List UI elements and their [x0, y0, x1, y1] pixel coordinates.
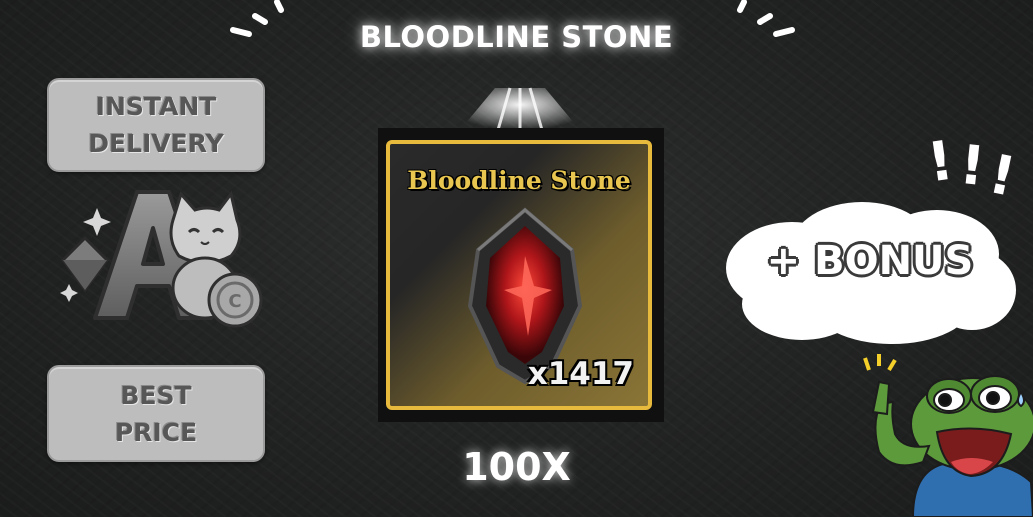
exclamation-mark: ! [956, 132, 988, 199]
svg-text:C: C [228, 291, 241, 312]
page-title: BLOODLINE STONE [359, 20, 674, 54]
pointing-frog-icon [863, 354, 1033, 517]
spotlight-glow [460, 87, 580, 131]
badge-line: BEST [120, 380, 192, 410]
badge-line: INSTANT [95, 92, 217, 121]
letter-a-cat-coin-logo-icon: C [60, 190, 263, 328]
badge-line: DELIVERY [88, 129, 224, 158]
exclamation-mark: ! [923, 128, 957, 195]
item-card: Bloodline Stone x1417 [386, 140, 652, 410]
item-quantity: x1417 [527, 356, 634, 392]
item-name: Bloodline Stone [407, 166, 631, 195]
bonus-label: + BONUS [766, 238, 974, 284]
instant-delivery-badge: INSTANT DELIVERY [47, 78, 265, 172]
